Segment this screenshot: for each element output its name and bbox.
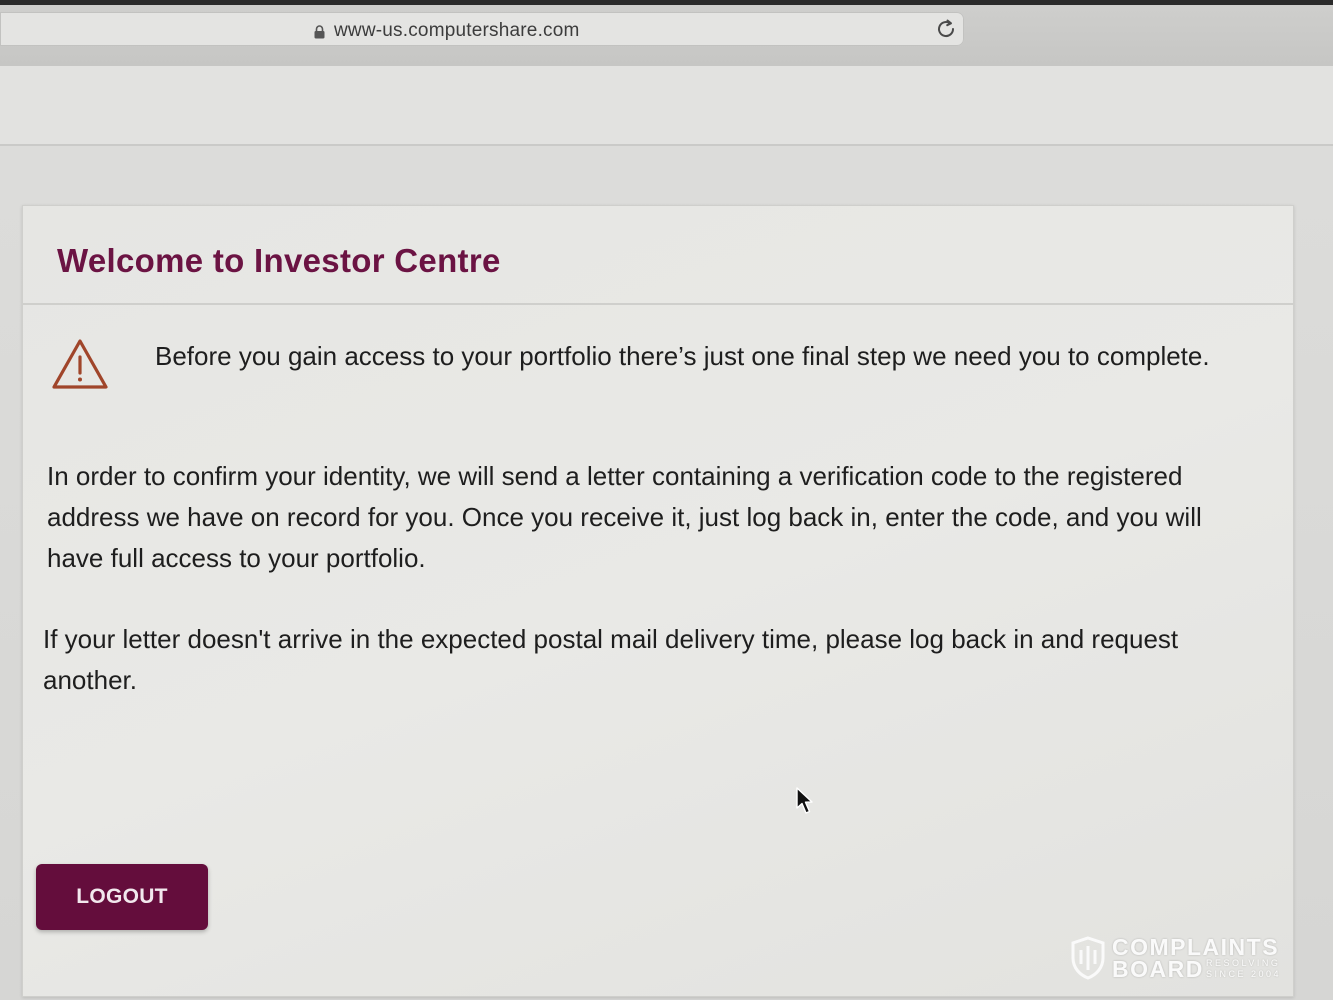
intro-message: Before you gain access to your portfolio… xyxy=(155,341,1210,371)
watermark-tag1: RESOLVING xyxy=(1206,958,1281,968)
warning-icon xyxy=(52,339,108,389)
welcome-card: Welcome to Investor Centre Before you ga… xyxy=(22,205,1294,997)
window-top-edge xyxy=(0,0,1333,5)
cursor-icon xyxy=(796,787,813,814)
resend-paragraph: If your letter doesn't arrive in the exp… xyxy=(43,624,1179,695)
browser-toolbar: www-us.computershare.com xyxy=(0,0,1333,67)
watermark: COMPLAINTS BOARD RESOLVING SINCE 2004 xyxy=(1070,934,1300,982)
shield-icon xyxy=(1071,936,1105,980)
site-header xyxy=(0,66,1333,146)
watermark-line2: BOARD xyxy=(1112,956,1204,982)
verification-paragraph: In order to confirm your identity, we wi… xyxy=(47,461,1202,573)
card-header: Welcome to Investor Centre xyxy=(23,206,1293,305)
logout-button[interactable]: LOGOUT xyxy=(36,864,208,930)
reload-icon[interactable] xyxy=(934,17,958,41)
page-title: Welcome to Investor Centre xyxy=(57,242,501,279)
lock-icon xyxy=(314,25,325,39)
watermark-tag2: SINCE 2004 xyxy=(1206,969,1282,979)
url-text[interactable]: www-us.computershare.com xyxy=(334,20,580,42)
